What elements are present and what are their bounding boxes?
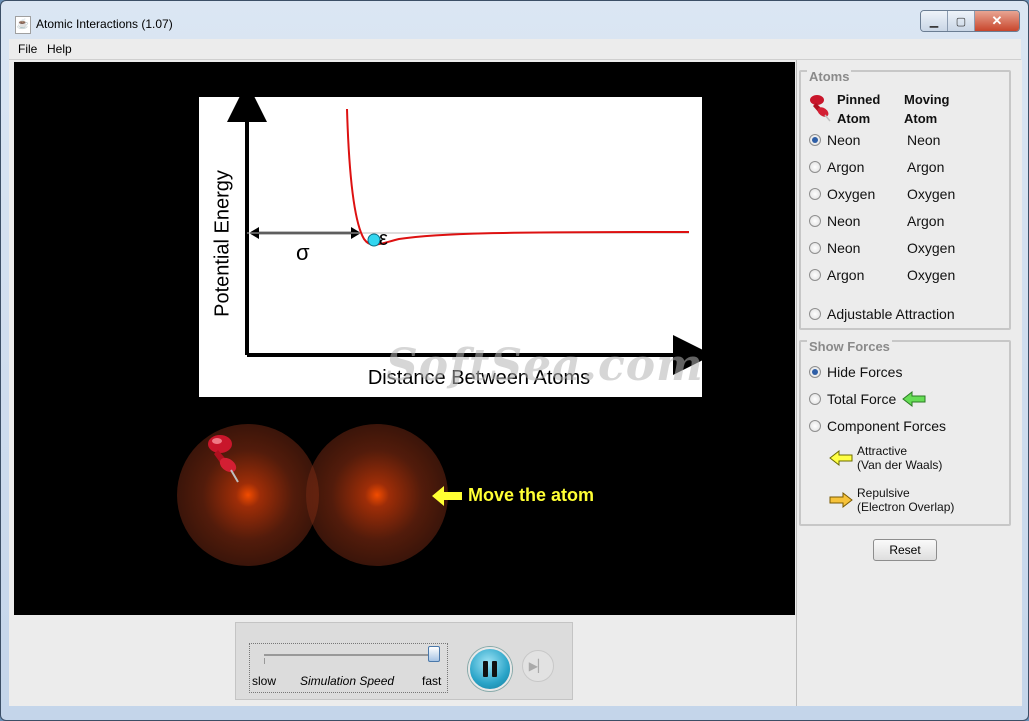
- window-title: Atomic Interactions (1.07): [36, 17, 173, 31]
- menu-file[interactable]: File: [18, 42, 37, 56]
- speed-label: Simulation Speed: [300, 674, 395, 688]
- epsilon-label: ε: [379, 228, 388, 250]
- repulsive-label: Repulsive: [857, 486, 910, 500]
- moving-atom[interactable]: [306, 424, 448, 566]
- moving-atom-3: Argon: [907, 213, 945, 229]
- radio-button[interactable]: [809, 242, 821, 254]
- minimize-button[interactable]: ▁: [921, 11, 948, 31]
- y-axis-label: Potential Energy: [211, 170, 234, 317]
- radio-button[interactable]: [809, 269, 821, 281]
- pushpin-icon-small: [810, 95, 831, 122]
- component-forces-option[interactable]: Component Forces: [809, 418, 946, 434]
- adjustable-attraction-option[interactable]: Adjustable Attraction: [809, 306, 955, 322]
- potential-curve: [346, 108, 690, 246]
- moving-atom-2: Oxygen: [907, 186, 956, 202]
- moving-atom-0: Neon: [907, 132, 941, 148]
- simulation-speed-slider-group: slow Simulation Speed fast: [249, 643, 448, 693]
- radio-button[interactable]: [809, 161, 821, 173]
- speed-slider-knob[interactable]: [428, 646, 440, 662]
- speed-slider-tick: [264, 658, 265, 664]
- reset-button[interactable]: Reset: [873, 539, 937, 561]
- move-atom-hint: Move the atom: [432, 485, 594, 506]
- atom-option-0[interactable]: Neon: [809, 132, 860, 148]
- pinned-atom-header: Pinned Atom: [837, 92, 881, 126]
- atom-option-4[interactable]: Neon: [809, 240, 860, 256]
- orange-right-arrow-icon: [829, 492, 853, 508]
- maximize-button[interactable]: ▢: [948, 11, 975, 31]
- show-forces-title: Show Forces: [807, 339, 892, 354]
- atom-option-2[interactable]: Oxygen: [809, 186, 875, 202]
- moving-atom-4: Oxygen: [907, 240, 956, 256]
- repulsive-legend: Repulsive (Electron Overlap): [829, 486, 954, 514]
- atom-option-1[interactable]: Argon: [809, 159, 864, 175]
- attractive-sublabel: (Van der Waals): [857, 458, 943, 472]
- green-left-arrow-icon: [902, 391, 926, 407]
- sigma-label: σ: [296, 240, 310, 265]
- playback-controls: slow Simulation Speed fast ▶▏: [235, 622, 573, 700]
- radio-button[interactable]: [809, 188, 821, 200]
- step-button[interactable]: ▶▏: [522, 650, 554, 682]
- attractive-legend: Attractive (Van der Waals): [829, 444, 942, 472]
- hide-forces-option[interactable]: Hide Forces: [809, 364, 902, 380]
- atoms-group-title: Atoms: [807, 69, 852, 84]
- moving-atom-5: Oxygen: [907, 267, 956, 283]
- java-app-icon: ☕: [15, 16, 31, 34]
- title-bar: ☕ Atomic Interactions (1.07) ▁ ▢ ✕: [1, 1, 1028, 39]
- radio-button[interactable]: [809, 393, 821, 405]
- moving-atom-header: Moving Atom: [904, 92, 950, 126]
- pinned-atom: [177, 424, 319, 566]
- menu-bar: File Help: [9, 39, 1021, 60]
- speed-slow-label: slow: [252, 674, 277, 688]
- step-icon: ▶▏: [528, 659, 548, 673]
- attractive-label: Attractive: [857, 444, 908, 458]
- atoms-group: Atoms Pinned Atom Moving Atom Neon Neon …: [799, 69, 1011, 330]
- side-panel: Atoms Pinned Atom Moving Atom Neon Neon …: [796, 60, 1022, 706]
- radio-button[interactable]: [809, 420, 821, 432]
- radio-button-selected[interactable]: [809, 134, 821, 146]
- content-area: Potential Energy Distance Between Atoms …: [9, 60, 1022, 706]
- yellow-left-arrow-icon: [829, 450, 853, 466]
- pushpin-icon: [208, 435, 239, 483]
- yellow-left-arrow-icon: [432, 485, 462, 506]
- move-atom-text: Move the atom: [468, 485, 595, 505]
- atom-option-5[interactable]: Argon: [809, 267, 864, 283]
- app-window: ☕ Atomic Interactions (1.07) ▁ ▢ ✕ File …: [0, 0, 1029, 721]
- radio-button[interactable]: [809, 215, 821, 227]
- simulation-canvas: Potential Energy Distance Between Atoms …: [14, 62, 795, 615]
- repulsive-sublabel: (Electron Overlap): [857, 500, 955, 514]
- total-force-option[interactable]: Total Force: [809, 391, 926, 407]
- close-button[interactable]: ✕: [975, 11, 1019, 31]
- window-controls: ▁ ▢ ✕: [920, 10, 1020, 32]
- radio-button[interactable]: [809, 308, 821, 320]
- moving-atom-1: Argon: [907, 159, 945, 175]
- radio-button-selected[interactable]: [809, 366, 821, 378]
- pause-button[interactable]: [468, 647, 512, 691]
- pause-icon: [483, 661, 497, 677]
- watermark: SoftSea.com: [386, 340, 704, 391]
- menu-help[interactable]: Help: [47, 42, 72, 56]
- show-forces-group: Show Forces Hide Forces Total Force Comp…: [799, 339, 1011, 526]
- atom-option-3[interactable]: Neon: [809, 213, 860, 229]
- speed-fast-label: fast: [422, 674, 442, 688]
- speed-slider-track[interactable]: [264, 654, 436, 656]
